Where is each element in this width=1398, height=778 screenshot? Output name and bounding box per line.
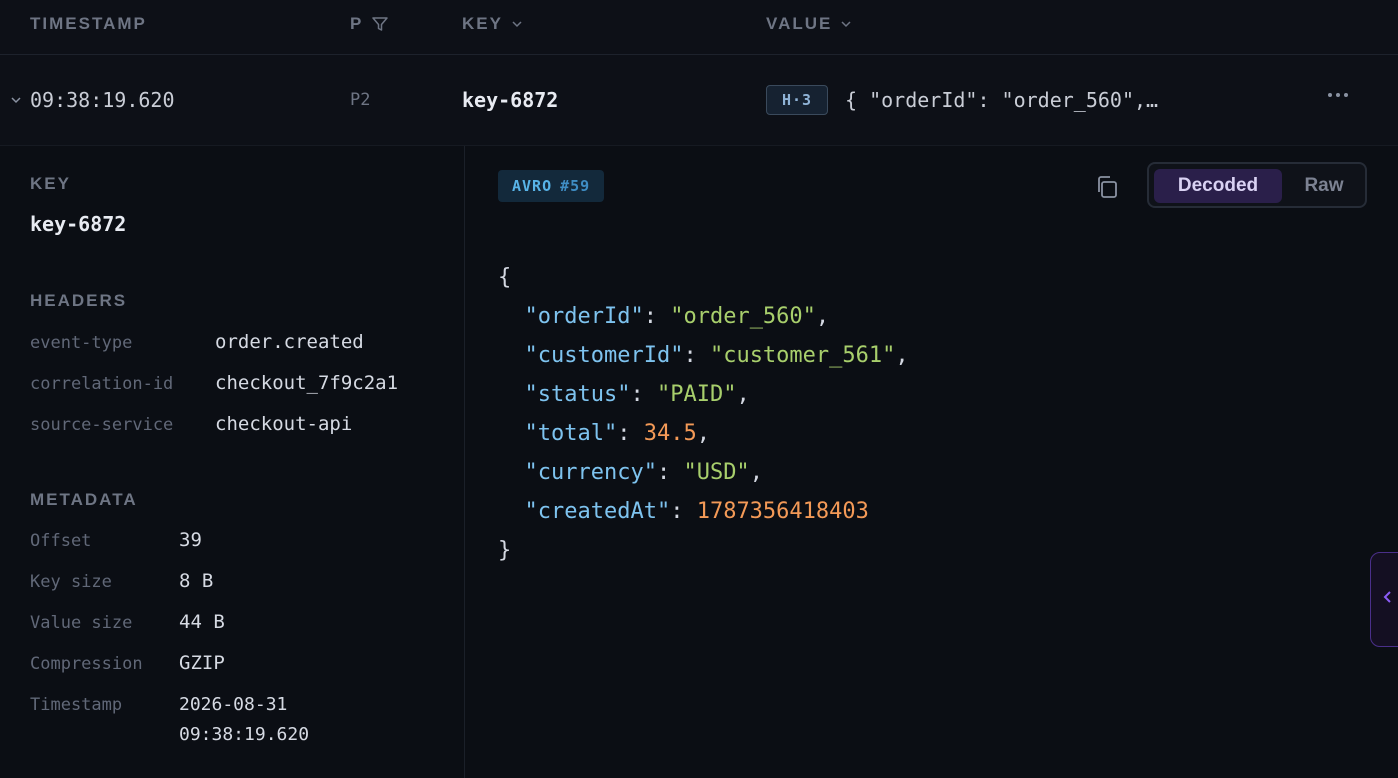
json-value: "customer_561" bbox=[709, 343, 896, 368]
json-key: "orderId" bbox=[524, 304, 644, 329]
column-header-timestamp[interactable]: TIMESTAMP bbox=[30, 12, 147, 36]
schema-version: #59 bbox=[560, 177, 591, 195]
json-line: "createdAt": 1787356418403 bbox=[524, 499, 869, 524]
json-line: "total": 34.5, bbox=[524, 421, 710, 446]
row-partition: P2 bbox=[350, 90, 371, 110]
metadata-value: 8 B bbox=[179, 570, 214, 592]
column-header-key[interactable]: KEY bbox=[462, 12, 523, 36]
json-key: "total" bbox=[524, 421, 618, 446]
collapse-panel-tab[interactable] bbox=[1370, 552, 1398, 647]
metadata-row: Key size bbox=[30, 568, 112, 596]
metadata-value: 2026-08-31 bbox=[179, 694, 288, 715]
column-header-timestamp-label: TIMESTAMP bbox=[30, 14, 147, 33]
copy-icon[interactable] bbox=[1092, 172, 1122, 202]
json-viewer: { "orderId": "order_560", "customerId": … bbox=[498, 258, 909, 570]
metadata-row: Value size bbox=[30, 609, 132, 637]
metadata-label: Timestamp bbox=[30, 695, 123, 715]
json-close-brace: } bbox=[498, 538, 512, 563]
column-header-partition[interactable]: P bbox=[350, 12, 389, 36]
metadata-value-time: 09:38:19.620 bbox=[179, 724, 310, 745]
chevron-down-icon bbox=[511, 18, 523, 30]
json-key: "currency" bbox=[524, 460, 657, 485]
message-detail-sidebar: KEY key-6872 HEADERS event-type order.cr… bbox=[0, 146, 465, 778]
row-timestamp: 09:38:19.620 bbox=[30, 88, 175, 112]
json-line: "customerId": "customer_561", bbox=[524, 343, 909, 368]
metadata-row: Offset bbox=[30, 527, 91, 555]
payload-viewer: AVRO #59 Decoded Raw { "orderId": "order… bbox=[465, 146, 1398, 778]
column-header-value-label: VALUE bbox=[766, 14, 833, 33]
column-header-partition-label: P bbox=[350, 14, 364, 33]
header-row: correlation-id bbox=[30, 370, 173, 398]
json-line: "orderId": "order_560", bbox=[524, 304, 830, 329]
metadata-section-title: METADATA bbox=[30, 490, 138, 509]
json-key: "customerId" bbox=[524, 343, 684, 368]
json-value: 34.5 bbox=[643, 421, 697, 446]
header-name: source-service bbox=[30, 415, 174, 435]
schema-format: AVRO bbox=[512, 177, 553, 195]
chevron-down-icon bbox=[840, 18, 852, 30]
headers-count-badge[interactable]: H·3 bbox=[766, 85, 828, 115]
header-value: order.created bbox=[215, 331, 364, 353]
metadata-label: Value size bbox=[30, 613, 133, 633]
row-key: key-6872 bbox=[462, 88, 559, 112]
filter-icon[interactable] bbox=[371, 15, 389, 33]
header-value: checkout-api bbox=[215, 413, 353, 435]
json-value: "order_560" bbox=[670, 304, 816, 329]
header-value: checkout_7f9c2a1 bbox=[215, 372, 399, 394]
metadata-value: 39 bbox=[179, 529, 202, 551]
column-header-key-label: KEY bbox=[462, 14, 503, 33]
key-section-title: KEY bbox=[30, 174, 71, 193]
table-row[interactable]: 09:38:19.620 P2 key-6872 H·3 { "orderId"… bbox=[0, 55, 1398, 146]
header-row: event-type bbox=[30, 329, 132, 357]
chevron-left-icon bbox=[1381, 590, 1393, 609]
metadata-label: Key size bbox=[30, 572, 112, 592]
json-key: "status" bbox=[524, 382, 631, 407]
json-open-brace: { bbox=[498, 265, 512, 290]
metadata-label: Compression bbox=[30, 654, 143, 674]
metadata-row: Timestamp bbox=[30, 691, 122, 719]
metadata-label: Offset bbox=[30, 531, 92, 551]
header-row: source-service bbox=[30, 411, 173, 439]
view-mode-toggle: Decoded Raw bbox=[1147, 162, 1367, 208]
more-options-icon[interactable] bbox=[1328, 93, 1348, 97]
json-value: 1787356418403 bbox=[696, 499, 869, 524]
decoded-tab[interactable]: Decoded bbox=[1154, 169, 1282, 203]
header-name: event-type bbox=[30, 333, 133, 353]
metadata-value: 44 B bbox=[179, 611, 225, 633]
header-name: correlation-id bbox=[30, 374, 174, 394]
headers-section-title: HEADERS bbox=[30, 291, 128, 310]
json-value: "USD" bbox=[683, 460, 750, 485]
json-key: "createdAt" bbox=[524, 499, 671, 524]
json-line: "status": "PAID", bbox=[524, 382, 750, 407]
metadata-value: GZIP bbox=[179, 652, 225, 674]
table-header: TIMESTAMP P KEY VALUE bbox=[0, 0, 1398, 55]
json-line: "currency": "USD", bbox=[524, 460, 763, 485]
key-value: key-6872 bbox=[30, 212, 127, 236]
column-header-value[interactable]: VALUE bbox=[766, 12, 852, 36]
json-value: "PAID" bbox=[656, 382, 737, 407]
schema-badge[interactable]: AVRO #59 bbox=[498, 170, 605, 202]
metadata-row: Compression bbox=[30, 650, 143, 678]
row-value-preview: { "orderId": "order_560",… bbox=[845, 88, 1159, 112]
raw-tab[interactable]: Raw bbox=[1287, 169, 1361, 203]
expand-chevron-icon[interactable] bbox=[9, 93, 23, 107]
